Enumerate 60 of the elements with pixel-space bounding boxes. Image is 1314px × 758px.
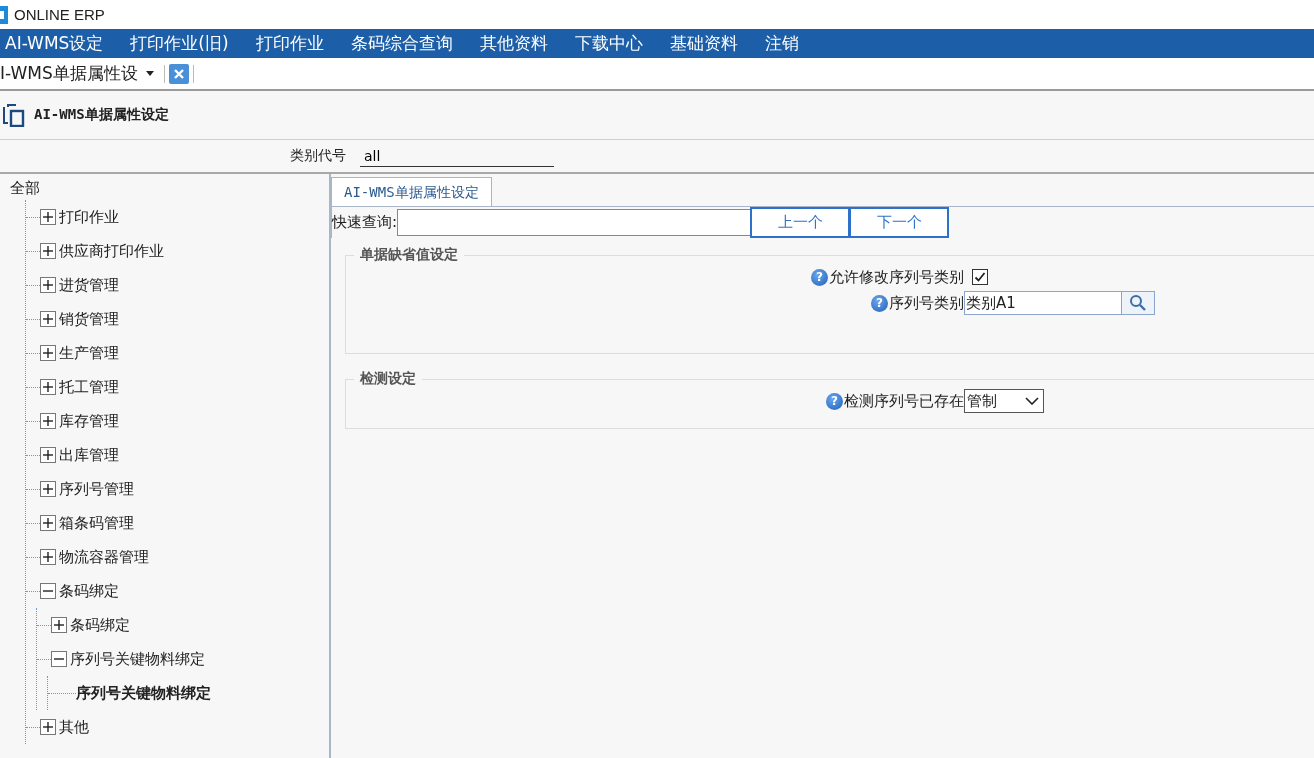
field-label: 快速查询: bbox=[332, 213, 398, 232]
tree-root[interactable]: 全部 bbox=[10, 179, 40, 197]
tree-item[interactable]: 条码绑定 bbox=[70, 615, 130, 635]
expand-icon[interactable] bbox=[40, 515, 56, 531]
expand-icon[interactable] bbox=[40, 481, 56, 497]
select-field[interactable]: 管制 bbox=[964, 389, 1044, 413]
expand-icon[interactable] bbox=[40, 719, 56, 735]
collapse-icon[interactable] bbox=[40, 583, 56, 599]
menu-item[interactable]: 基础资料 bbox=[664, 32, 748, 55]
field-label: 允许修改序列号类别 bbox=[829, 267, 964, 287]
category-code-field[interactable]: all bbox=[360, 145, 554, 167]
menu-item[interactable]: 下载中心 bbox=[569, 32, 653, 55]
tree-item[interactable]: 销货管理 bbox=[59, 309, 119, 329]
menu-item[interactable]: 打印作业 bbox=[250, 32, 334, 55]
window-title: ONLINE ERP bbox=[14, 6, 105, 23]
section-title: 检测设定 bbox=[359, 370, 417, 388]
menu-item[interactable]: 其他资料 bbox=[474, 32, 558, 55]
tree-item[interactable]: 库存管理 bbox=[59, 411, 119, 431]
tree-item[interactable]: 进货管理 bbox=[59, 275, 119, 295]
field-label: 类别代号 bbox=[290, 147, 346, 165]
menu-item[interactable]: 注销 bbox=[759, 32, 809, 55]
menu-item[interactable]: AI-WMS设定 bbox=[0, 32, 114, 55]
tree-item[interactable]: 供应商打印作业 bbox=[59, 241, 164, 261]
field-label: 序列号类别 bbox=[889, 293, 964, 313]
expand-icon[interactable] bbox=[40, 243, 56, 259]
expand-icon[interactable] bbox=[40, 413, 56, 429]
nav-button[interactable]: 上一个 bbox=[750, 207, 851, 238]
field-label: 检测序列号已存在 bbox=[844, 391, 964, 411]
expand-icon[interactable] bbox=[51, 617, 67, 633]
page-title: AI-WMS单据属性设定 bbox=[34, 106, 169, 124]
tree-item[interactable]: 序列号关键物料绑定 bbox=[70, 649, 205, 669]
expand-icon[interactable] bbox=[40, 277, 56, 293]
tree-item[interactable]: 序列号管理 bbox=[59, 479, 134, 499]
tree-item[interactable]: 箱条码管理 bbox=[59, 513, 134, 533]
tree-item[interactable]: 其他 bbox=[59, 717, 89, 737]
expand-icon[interactable] bbox=[40, 379, 56, 395]
section-title: 单据缺省值设定 bbox=[359, 246, 459, 264]
expand-icon[interactable] bbox=[40, 209, 56, 225]
tree-item[interactable]: 物流容器管理 bbox=[59, 547, 149, 567]
expand-icon[interactable] bbox=[40, 549, 56, 565]
dropdown-icon[interactable] bbox=[145, 71, 154, 76]
expand-icon[interactable] bbox=[40, 447, 56, 463]
expand-icon[interactable] bbox=[40, 345, 56, 361]
caret-icon bbox=[1025, 397, 1039, 405]
menu-item[interactable]: 打印作业(旧) bbox=[125, 32, 239, 55]
close-icon[interactable] bbox=[168, 63, 189, 84]
quick-search-field[interactable] bbox=[397, 209, 752, 236]
tree-item[interactable]: 出库管理 bbox=[59, 445, 119, 465]
tree-item[interactable]: 打印作业 bbox=[59, 207, 119, 227]
copy-icon bbox=[2, 103, 26, 127]
tree-item[interactable]: 托工管理 bbox=[59, 377, 119, 397]
tree-item[interactable]: 条码绑定 bbox=[59, 581, 119, 601]
panel-tab[interactable]: AI-WMS单据属性设定 bbox=[331, 177, 492, 206]
tree-item[interactable]: 生产管理 bbox=[59, 343, 119, 363]
collapse-icon[interactable] bbox=[51, 651, 67, 667]
tree-item[interactable]: 序列号关键物料绑定 bbox=[76, 683, 211, 703]
checkbox[interactable] bbox=[972, 269, 988, 285]
menu-item[interactable]: 条码综合查询 bbox=[345, 32, 463, 55]
expand-icon[interactable] bbox=[40, 311, 56, 327]
nav-button[interactable]: 下一个 bbox=[849, 207, 950, 238]
